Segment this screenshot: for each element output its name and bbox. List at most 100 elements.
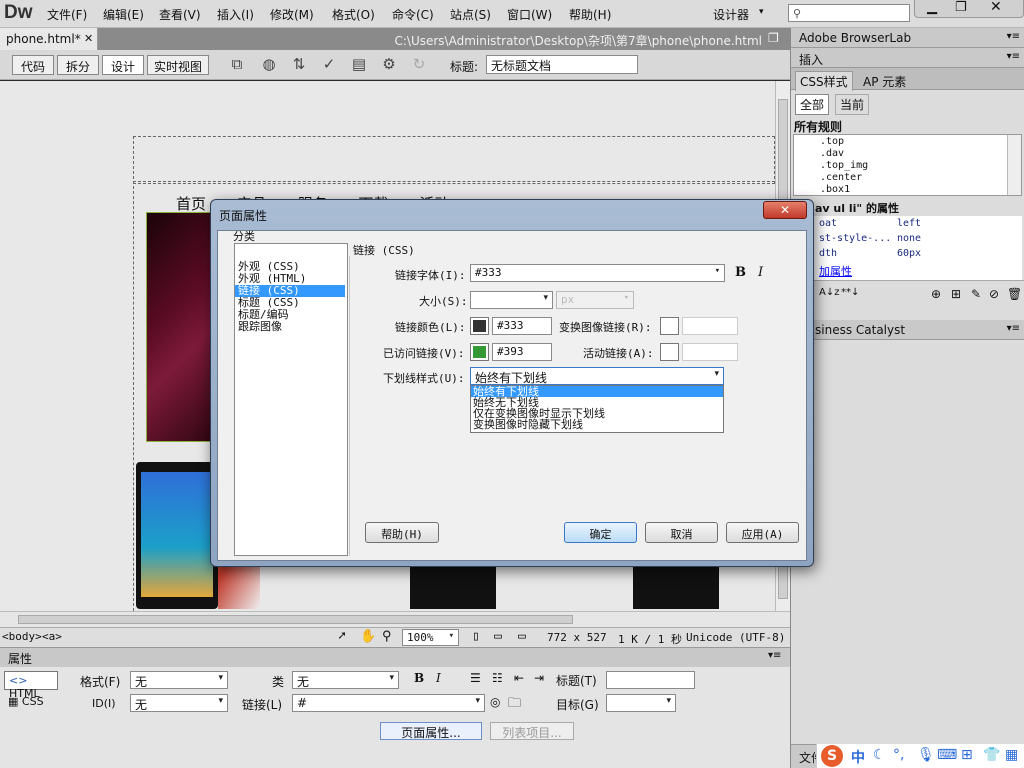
menu-site[interactable]: 站点(S) (450, 6, 491, 23)
italic-button[interactable]: I (758, 265, 763, 280)
new-rule-icon[interactable]: ⊞ (951, 287, 961, 301)
rule-item[interactable]: .center (820, 172, 862, 183)
class-select[interactable]: 无 ▾ (292, 671, 399, 689)
css-mode-button[interactable]: ▦ CSS (8, 695, 44, 708)
rule-item[interactable]: .top_img (820, 160, 868, 171)
hscroll-thumb[interactable] (18, 615, 573, 624)
disable-icon[interactable]: ⊘ (989, 287, 999, 301)
link-font-select[interactable]: #333 ▾ (470, 264, 725, 282)
browse-folder-icon[interactable]: 🗀 (508, 694, 521, 716)
rollover-color-input[interactable] (682, 317, 738, 335)
browser-preview-icon[interactable]: ◍ (258, 55, 280, 75)
desktop-size-icon[interactable]: ▭ (518, 629, 526, 644)
menu-edit[interactable]: 编辑(E) (103, 6, 144, 23)
tab-ap-elements[interactable]: AP 元素 (859, 72, 910, 91)
attach-style-icon[interactable]: ⊕ (931, 287, 941, 301)
prop-value[interactable]: left (897, 218, 921, 229)
panel-menu-icon[interactable]: ▾≡ (1007, 323, 1020, 334)
voice-icon[interactable]: 🎙 (917, 747, 935, 763)
tag-a[interactable]: <a> (42, 630, 62, 643)
search-input[interactable]: ⚲ (788, 4, 910, 22)
menu-grid-icon[interactable]: ▦ (1005, 747, 1018, 763)
ok-button[interactable]: 确定 (564, 522, 637, 543)
active-color-input[interactable] (682, 343, 738, 361)
hand-tool-icon[interactable]: ✋ (360, 629, 376, 644)
show-set-icon[interactable]: **↓ (841, 287, 859, 298)
code-view-button[interactable]: 代码 (12, 55, 54, 75)
browserlab-panel[interactable]: Adobe BrowserLab ▾≡ (791, 28, 1024, 48)
link-color-picker[interactable] (470, 317, 489, 335)
format-select[interactable]: 无 ▾ (130, 671, 228, 689)
insert-panel[interactable]: 插入 ▾≡ (791, 48, 1024, 68)
multiscreen-icon[interactable]: ⧉ (226, 55, 248, 75)
menu-help[interactable]: 帮助(H) (569, 6, 611, 23)
toolbox-icon[interactable]: ⊞ (961, 747, 973, 763)
keyboard-icon[interactable]: ⌨ (937, 747, 957, 763)
title-attr-input[interactable] (606, 671, 695, 689)
tablet-size-icon[interactable]: ▭ (494, 629, 502, 644)
menu-view[interactable]: 查看(V) (159, 6, 201, 23)
add-property-link[interactable]: 加属性 (819, 263, 852, 279)
tab-css-styles[interactable]: CSS样式 (795, 71, 853, 91)
rules-scrollbar[interactable] (1007, 135, 1021, 195)
visited-color-picker[interactable] (470, 343, 489, 361)
business-catalyst-panel[interactable]: siness Catalyst ▾≡ (791, 320, 1024, 340)
category-item[interactable]: 跟踪图像 (238, 321, 282, 333)
prop-name[interactable]: st-style-... (819, 233, 891, 244)
minimize-icon[interactable]: ▁ (927, 0, 937, 15)
cancel-button[interactable]: 取消 (645, 522, 718, 543)
validate-icon[interactable]: ✓ (318, 55, 340, 75)
live-view-button[interactable]: 实时视图 (147, 55, 209, 75)
current-button[interactable]: 当前 (835, 94, 870, 115)
visual-aids-icon[interactable]: ▤ (348, 55, 370, 75)
browser-check-icon[interactable]: ⚙ (378, 55, 400, 75)
zoom-tool-icon[interactable]: ⚲ (382, 629, 392, 644)
all-rules-button[interactable]: 全部 (795, 94, 830, 115)
chevron-down-icon[interactable]: ▾ (759, 7, 764, 17)
menu-file[interactable]: 文件(F) (47, 6, 87, 23)
rule-item[interactable]: .dav (820, 148, 844, 159)
visited-color-input[interactable]: #393 (492, 343, 552, 361)
prop-name[interactable]: oat (819, 218, 837, 229)
design-view-button[interactable]: 设计 (102, 55, 144, 75)
link-input[interactable]: # ▾ (292, 694, 485, 712)
target-select[interactable]: ▾ (606, 694, 676, 712)
menu-modify[interactable]: 修改(M) (270, 6, 314, 23)
menu-insert[interactable]: 插入(I) (217, 6, 254, 23)
panel-menu-icon[interactable]: ▾≡ (1007, 31, 1020, 42)
menu-format[interactable]: 格式(O) (332, 6, 375, 23)
underline-select[interactable]: 始终有下划线 ▾ (470, 367, 724, 385)
restore-icon[interactable]: ❐ (955, 0, 967, 15)
refresh-icon[interactable]: ↻ (408, 55, 430, 75)
document-tab[interactable]: phone.html* ✕ (0, 28, 98, 50)
menu-commands[interactable]: 命令(C) (392, 6, 434, 23)
restore-doc-icon[interactable]: ❐ (768, 31, 779, 45)
underline-option[interactable]: 变换图像时隐藏下划线 (471, 419, 723, 430)
sogou-icon[interactable]: S (821, 745, 843, 767)
panel-menu-icon[interactable]: ▾≡ (1007, 51, 1020, 62)
size-unit-select[interactable]: px ▾ (556, 291, 634, 309)
rollover-color-picker[interactable] (660, 317, 679, 335)
nav-home[interactable]: 首页 (176, 195, 206, 213)
delete-icon[interactable]: 🗑 (1007, 287, 1022, 301)
menu-window[interactable]: 窗口(W) (507, 6, 552, 23)
moon-icon[interactable]: ☾ (873, 747, 886, 763)
bold-button[interactable]: B (735, 265, 746, 280)
bold-button[interactable]: B (414, 671, 424, 685)
ordered-list-icon[interactable]: ☷ (492, 671, 503, 685)
panel-menu-icon[interactable]: ▾≡ (768, 650, 781, 661)
outdent-icon[interactable]: ⇤ (514, 671, 524, 685)
size-select[interactable]: ▾ (470, 291, 553, 309)
link-color-input[interactable]: #333 (492, 317, 552, 335)
window-dimensions[interactable]: 772 x 527 (547, 631, 607, 644)
close-tab-icon[interactable]: ✕ (84, 32, 93, 45)
split-view-button[interactable]: 拆分 (57, 55, 99, 75)
select-tool-icon[interactable]: ➚ (338, 629, 346, 644)
help-button[interactable]: 帮助(H) (365, 522, 439, 543)
active-color-picker[interactable] (660, 343, 679, 361)
chinese-mode-icon[interactable]: 中 (851, 747, 865, 767)
skin-icon[interactable]: 👕 (983, 747, 1000, 763)
file-management-icon[interactable]: ⇅ (288, 55, 310, 75)
close-icon[interactable]: ✕ (990, 0, 1002, 15)
indent-icon[interactable]: ⇥ (534, 671, 544, 685)
